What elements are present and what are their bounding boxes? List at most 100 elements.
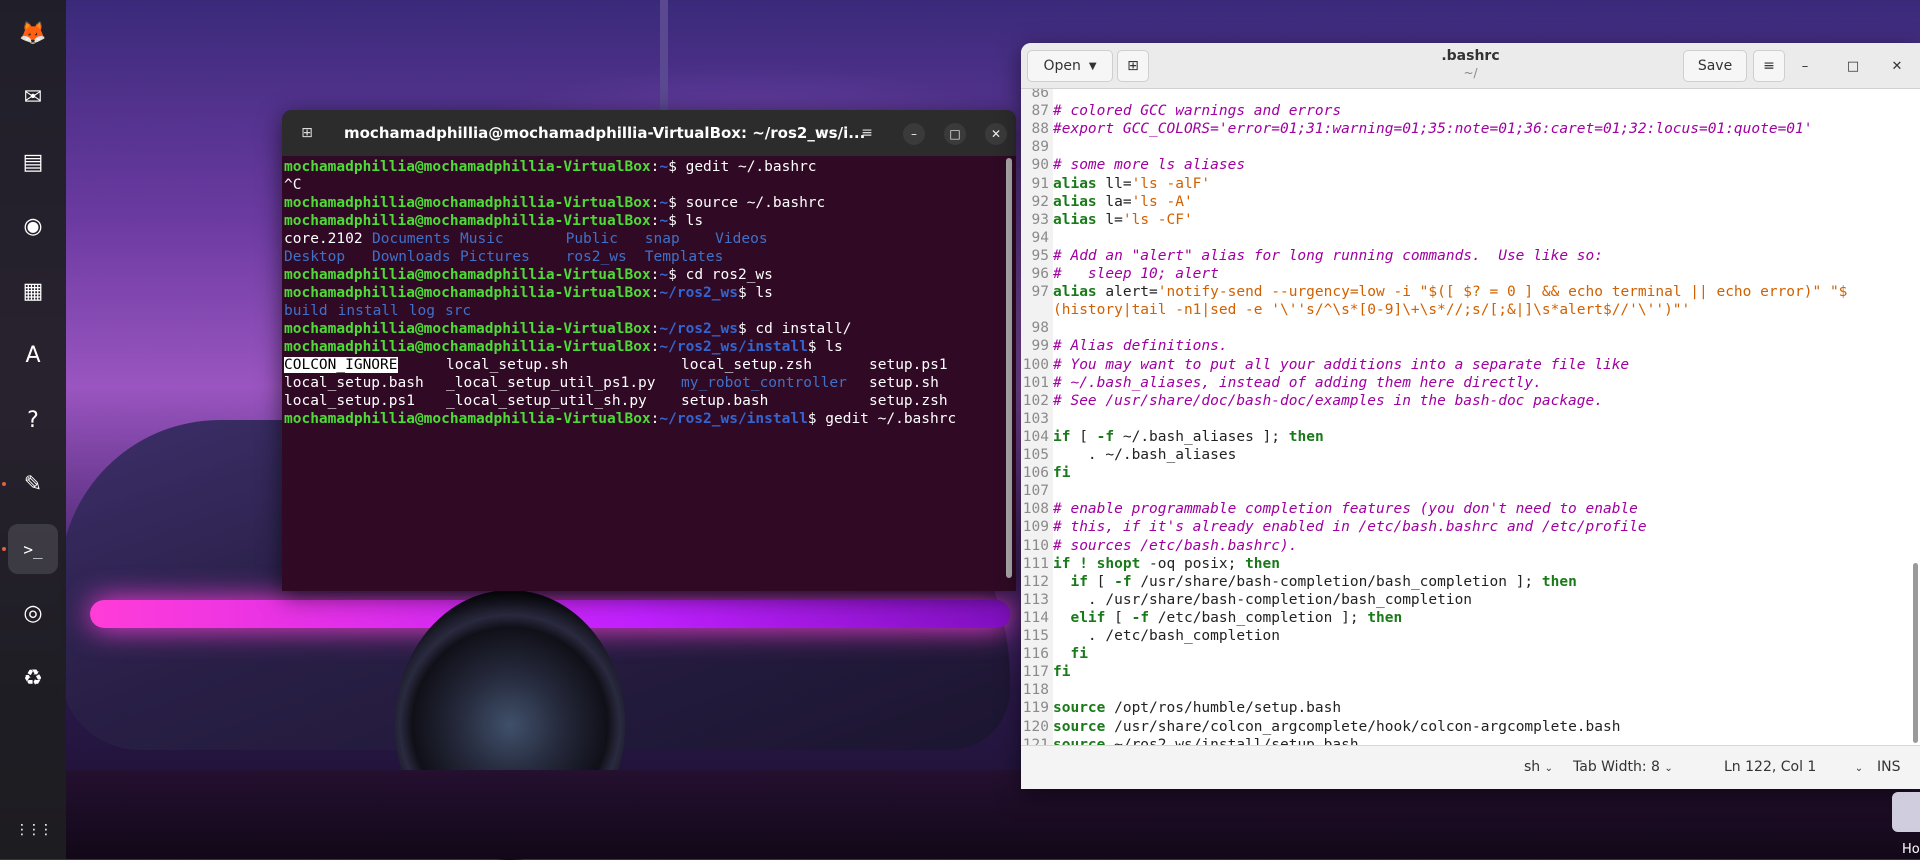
keyword: if ! shopt: [1053, 555, 1141, 572]
show-apps-launcher[interactable]: ⋮⋮⋮: [8, 805, 58, 855]
code-line: 119 source /opt/ros/humble/setup.bash: [1021, 699, 1920, 717]
close-button[interactable]: ✕: [1887, 56, 1907, 76]
comment: # sources /etc/bash.bashrc).: [1053, 537, 1298, 554]
desktop-home-icon[interactable]: [1892, 792, 1920, 832]
code-text: l=: [1096, 211, 1123, 228]
libreoffice-writer-launcher[interactable]: ▦: [8, 266, 58, 316]
comment: # Alias definitions.: [1053, 338, 1228, 355]
line-number: 106: [1022, 465, 1049, 482]
dvd-launcher[interactable]: ◎: [8, 588, 58, 638]
terminal-scrollbar[interactable]: [1006, 158, 1012, 578]
ls-cell: my_robot_controller: [681, 374, 869, 392]
line-number: 105: [1022, 447, 1049, 463]
code-line: 117 fi: [1021, 663, 1920, 681]
terminal-launcher[interactable]: >_: [8, 524, 58, 574]
minimize-button[interactable]: –: [1795, 56, 1815, 76]
line-number: 90: [1031, 157, 1049, 174]
terminal-line: Desktop Downloads Pictures ros2_ws Templates: [284, 248, 1006, 266]
line-number: 110: [1022, 537, 1049, 554]
menu-button[interactable]: ≡: [1753, 50, 1785, 82]
maximize-button[interactable]: □: [1843, 56, 1863, 76]
keyword: alias: [1053, 193, 1097, 210]
code-line: 111 if ! shopt -oq posix; then: [1021, 555, 1920, 573]
cursor-position[interactable]: Ln 122, Col 1 ⌄: [1724, 759, 1863, 775]
command-text: $ cd install/: [737, 321, 852, 337]
line-number: 104: [1022, 428, 1049, 445]
language-label: sh: [1524, 759, 1541, 775]
code-line: 97 alias alert='notify-send --urgency=low…: [1021, 283, 1920, 301]
editor-scrollbar[interactable]: [1913, 563, 1918, 743]
ls-entry: snap: [644, 231, 680, 247]
ls-entry: core.2102: [284, 231, 363, 247]
ls-entry: Videos: [715, 231, 768, 247]
help-launcher[interactable]: ?: [8, 395, 58, 445]
terminal-line: build install log src: [284, 302, 1006, 320]
line-number: 121: [1022, 736, 1049, 745]
terminal-line: mochamadphillia@mochamadphillia-VirtualB…: [284, 284, 1006, 302]
save-button[interactable]: Save: [1683, 50, 1747, 82]
text-editor-launcher[interactable]: ✎: [8, 459, 58, 509]
terminal-output[interactable]: mochamadphillia@mochamadphillia-VirtualB…: [284, 158, 1006, 591]
app-center-launcher[interactable]: A: [8, 330, 58, 380]
ls-entry: Pictures: [460, 249, 530, 265]
code-line: 99 # Alias definitions.: [1021, 337, 1920, 355]
language-selector[interactable]: sh ⌄: [1524, 759, 1553, 775]
keyword: if: [1053, 573, 1088, 590]
terminal-window[interactable]: ⊞ mochamadphillia@mochamadphillia-Virtua…: [282, 110, 1016, 591]
code-text: . /usr/share/bash-completion/bash_comple…: [1053, 591, 1473, 608]
code-line: 96 # sleep 10; alert: [1021, 265, 1920, 283]
keyword: then: [1245, 555, 1280, 572]
code-text: /etc/bash_completion ];: [1149, 609, 1368, 626]
insert-mode: INS: [1877, 759, 1901, 775]
firefox-launcher[interactable]: 🦊: [8, 8, 58, 58]
thunderbird-icon: ✉: [23, 84, 43, 110]
menu-button[interactable]: ≡: [852, 119, 882, 147]
ls-cell: setup.zsh: [869, 392, 959, 410]
code-text: /opt/ros/humble/setup.bash: [1105, 700, 1342, 717]
ls-entry: setup.bash: [681, 393, 769, 409]
terminal-line: mochamadphillia@mochamadphillia-VirtualB…: [284, 338, 1006, 356]
comment: # sleep 10; alert: [1053, 266, 1219, 282]
line-number: 86: [1031, 89, 1049, 101]
line-number: 107: [1022, 483, 1049, 500]
code-line: 112 if [ -f /usr/share/bash-completion/b…: [1021, 573, 1920, 591]
files-launcher[interactable]: ▤: [8, 137, 58, 187]
keyword: then: [1541, 573, 1577, 590]
ls-entry: ros2_ws: [565, 249, 627, 265]
trash-launcher[interactable]: ♻: [8, 653, 58, 703]
search-button[interactable]: ⌕: [809, 119, 839, 147]
chevron-down-icon: ⌄: [1544, 763, 1554, 774]
ls-cell: setup.ps1: [869, 356, 959, 374]
close-button[interactable]: ✕: [985, 123, 1007, 145]
minimize-button[interactable]: –: [903, 123, 925, 145]
editor-header[interactable]: Open ▼ ⊞ .bashrc ~/ Save ≡ – □ ✕: [1021, 43, 1920, 89]
tab-width-selector[interactable]: Tab Width: 8 ⌄: [1573, 759, 1673, 775]
code-text: ~/ros2_ws/install/setup.bash: [1105, 736, 1359, 745]
terminal-line: core.2102 Documents Music Public snap Videos: [284, 230, 1006, 248]
rhythmbox-launcher[interactable]: ◉: [8, 201, 58, 251]
terminal-header[interactable]: ⊞ mochamadphillia@mochamadphillia-Virtua…: [282, 110, 1016, 156]
ls-entry: my_robot_controller: [681, 375, 847, 391]
thunderbird-launcher[interactable]: ✉: [8, 72, 58, 122]
editor-text-area[interactable]: 86 87 # colored GCC warnings and errors 88 #…: [1021, 89, 1920, 745]
maximize-button[interactable]: □: [944, 123, 966, 145]
command-text: $ gedit ~/.bashrc: [807, 411, 957, 427]
ls-cell: local_setup.ps1: [284, 392, 446, 410]
help-icon: ?: [27, 407, 39, 433]
ls-entry: build: [284, 303, 328, 319]
code-line: 92 alias la='ls -A': [1021, 193, 1920, 211]
terminal-line: mochamadphillia@mochamadphillia-VirtualB…: [284, 212, 1006, 230]
code-text: alert=: [1096, 284, 1158, 301]
line-number: 112: [1022, 573, 1049, 590]
ls-entry: local_setup.ps1: [284, 393, 415, 409]
status-bar: sh ⌄ Tab Width: 8 ⌄ Ln 122, Col 1 ⌄ INS: [1021, 745, 1920, 789]
new-tab-button[interactable]: ⊞: [292, 119, 322, 147]
prompt-user: mochamadphillia@mochamadphillia-VirtualB…: [284, 267, 651, 283]
code-line: 104 if [ -f ~/.bash_aliases ]; then: [1021, 428, 1920, 446]
text-editor-window[interactable]: Open ▼ ⊞ .bashrc ~/ Save ≡ – □ ✕ 86 87 # c…: [1021, 43, 1920, 789]
running-indicator: [2, 547, 6, 551]
prompt-user: mochamadphillia@mochamadphillia-VirtualB…: [284, 285, 651, 301]
code-line: 89: [1021, 138, 1920, 156]
keyword: elif: [1053, 609, 1106, 626]
code-text: /usr/share/colcon_argcomplete/hook/colco…: [1105, 718, 1621, 735]
